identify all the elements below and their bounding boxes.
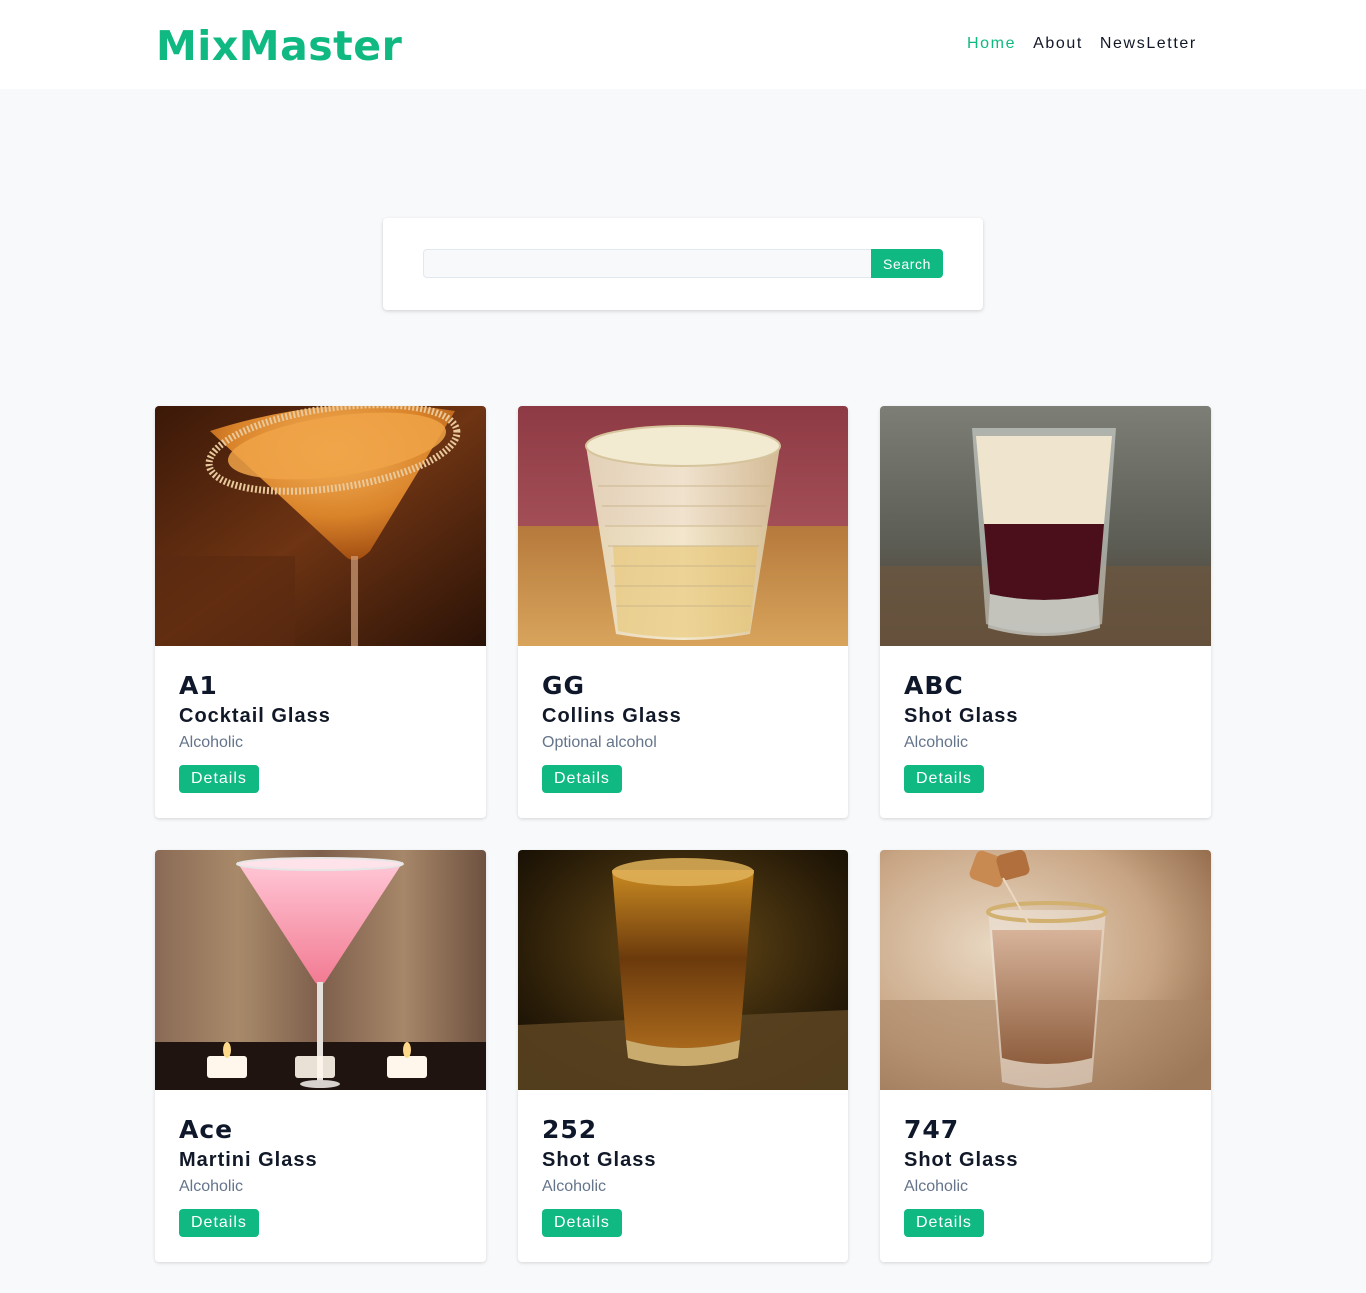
search-form: Search <box>383 218 983 310</box>
cocktail-image <box>880 850 1211 1090</box>
details-button[interactable]: Details <box>542 1209 622 1237</box>
cocktail-info: Alcoholic <box>904 1178 969 1195</box>
cocktail-info: Optional alcohol <box>542 734 657 751</box>
cocktail-glass: Collins Glass <box>542 705 682 727</box>
cocktail-card: Ace Martini Glass Alcoholic Details <box>155 850 486 1262</box>
nav-link-about[interactable]: About <box>1033 34 1083 54</box>
cocktail-glass: Shot Glass <box>904 1149 1019 1171</box>
cocktail-glass: Martini Glass <box>179 1149 318 1171</box>
card-footer: GG Collins Glass Optional alcohol Detail… <box>518 646 848 793</box>
card-footer: ABC Shot Glass Alcoholic Details <box>880 646 1211 793</box>
cocktail-name: ABC <box>904 671 964 700</box>
details-button[interactable]: Details <box>904 1209 984 1237</box>
cocktail-card: 747 Shot Glass Alcoholic Details <box>880 850 1211 1262</box>
cocktail-image <box>518 406 848 646</box>
card-footer: 747 Shot Glass Alcoholic Details <box>880 1090 1211 1237</box>
cocktail-image <box>155 850 486 1090</box>
details-button[interactable]: Details <box>179 1209 259 1237</box>
nav-link-newsletter[interactable]: NewsLetter <box>1100 34 1197 54</box>
card-footer: Ace Martini Glass Alcoholic Details <box>155 1090 486 1237</box>
cocktail-card: GG Collins Glass Optional alcohol Detail… <box>518 406 848 818</box>
cocktail-image <box>880 406 1211 646</box>
cocktail-image <box>518 850 848 1090</box>
details-button[interactable]: Details <box>542 765 622 793</box>
details-button[interactable]: Details <box>179 765 259 793</box>
navbar: MixMaster Home About NewsLetter <box>0 0 1366 89</box>
cocktail-card: 252 Shot Glass Alcoholic Details <box>518 850 848 1262</box>
cocktail-card: ABC Shot Glass Alcoholic Details <box>880 406 1211 818</box>
cocktail-info: Alcoholic <box>542 1178 607 1195</box>
card-footer: A1 Cocktail Glass Alcoholic Details <box>155 646 486 793</box>
cocktail-info: Alcoholic <box>179 1178 244 1195</box>
search-input[interactable] <box>423 249 871 278</box>
cocktail-name: Ace <box>179 1115 234 1144</box>
cocktail-name: 252 <box>542 1115 598 1144</box>
details-button[interactable]: Details <box>904 765 984 793</box>
cocktail-name: GG <box>542 671 586 700</box>
search-button[interactable]: Search <box>871 249 943 278</box>
nav-links: Home About NewsLetter <box>967 34 1197 54</box>
nav-link-home[interactable]: Home <box>967 34 1016 54</box>
cocktail-glass: Shot Glass <box>904 705 1019 727</box>
cocktail-name: 747 <box>904 1115 960 1144</box>
cocktail-info: Alcoholic <box>904 734 969 751</box>
cocktail-name: A1 <box>179 671 218 700</box>
card-footer: 252 Shot Glass Alcoholic Details <box>518 1090 848 1237</box>
cocktail-card: A1 Cocktail Glass Alcoholic Details <box>155 406 486 818</box>
logo[interactable]: MixMaster <box>156 22 402 70</box>
cocktail-image <box>155 406 486 646</box>
cocktail-glass: Shot Glass <box>542 1149 657 1171</box>
cocktail-info: Alcoholic <box>179 734 244 751</box>
cocktail-list: A1 Cocktail Glass Alcoholic Details GG C… <box>155 406 1211 1262</box>
cocktail-glass: Cocktail Glass <box>179 705 331 727</box>
